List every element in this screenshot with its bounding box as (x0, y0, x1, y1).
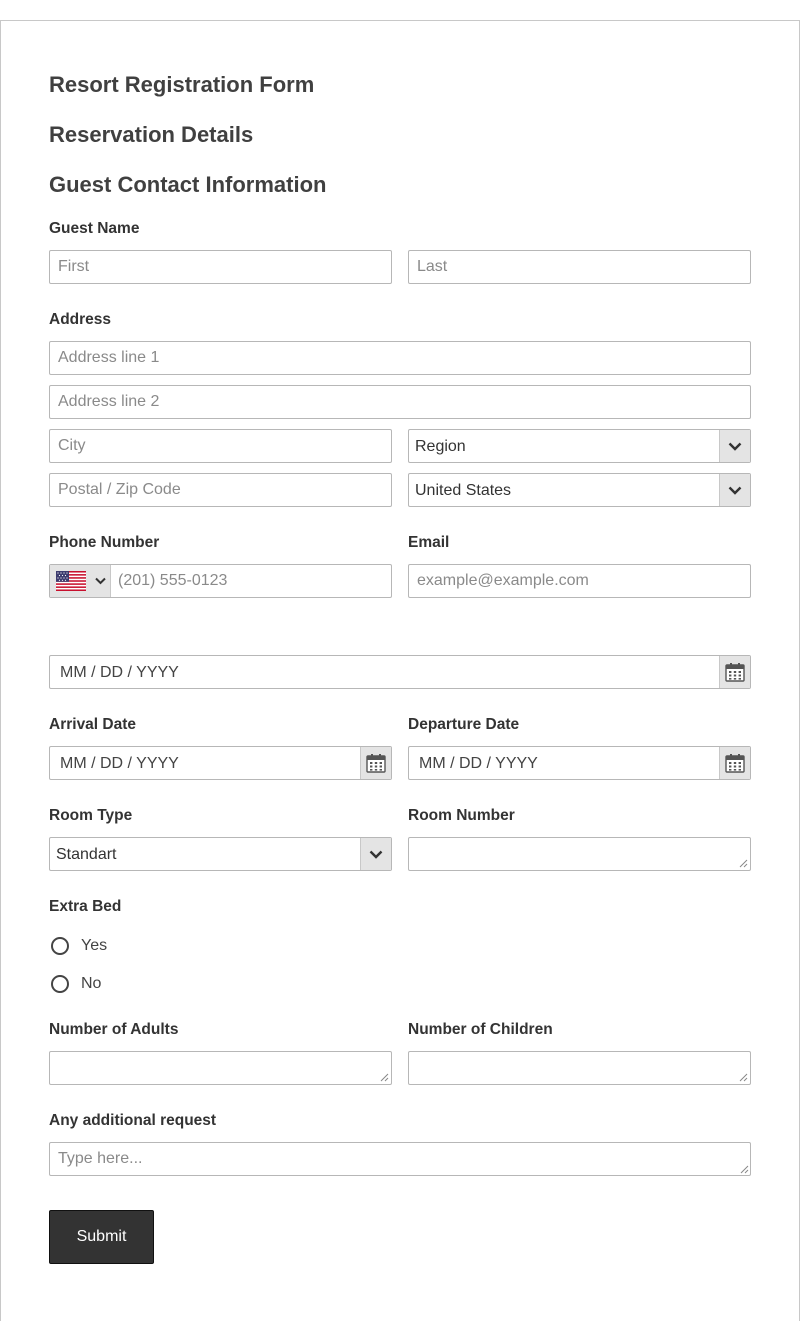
region-select[interactable]: Region (408, 429, 751, 463)
request-label: Any additional request (49, 1112, 217, 1129)
date-input[interactable]: MM / DD / YYYY (49, 655, 751, 689)
resize-handle-icon[interactable] (740, 1165, 749, 1174)
children-input[interactable] (408, 1051, 751, 1085)
calendar-icon[interactable] (719, 656, 750, 688)
calendar-icon[interactable] (360, 747, 391, 779)
extra-bed-no-radio[interactable]: No (51, 975, 101, 993)
extra-bed-yes-radio[interactable]: Yes (51, 937, 107, 955)
children-label: Number of Children (408, 1021, 553, 1038)
request-textarea[interactable] (49, 1142, 751, 1176)
last-name-input[interactable] (408, 250, 751, 284)
extra-bed-label: Extra Bed (49, 898, 122, 915)
date-input-value: MM / DD / YYYY (60, 664, 179, 681)
room-type-label: Room Type (49, 807, 133, 824)
submit-button[interactable]: Submit (49, 1210, 154, 1264)
city-input[interactable] (49, 429, 392, 463)
phone-field (49, 564, 392, 598)
chevron-down-icon[interactable] (719, 430, 750, 462)
section-reservation-heading: Reservation Details (49, 122, 254, 147)
room-type-select[interactable]: Standart (49, 837, 392, 871)
resize-handle-icon[interactable] (380, 1073, 389, 1082)
first-name-input[interactable] (49, 250, 392, 284)
address-line2-input[interactable] (49, 385, 751, 419)
departure-date-value: MM / DD / YYYY (419, 755, 538, 772)
postal-code-input[interactable] (49, 473, 392, 507)
radio-label: No (81, 975, 102, 992)
adults-input[interactable] (49, 1051, 392, 1085)
radio-circle-icon[interactable] (51, 937, 69, 955)
phone-label: Phone Number (49, 534, 160, 551)
room-type-value: Standart (56, 846, 117, 863)
email-label: Email (408, 534, 450, 551)
arrival-date-label: Arrival Date (49, 716, 137, 733)
radio-label: Yes (81, 937, 108, 954)
adults-label: Number of Adults (49, 1021, 179, 1038)
form-title: Resort Registration Form (49, 72, 315, 97)
departure-date-input[interactable]: MM / DD / YYYY (408, 746, 751, 780)
us-flag-icon (56, 571, 86, 591)
address-line1-input[interactable] (49, 341, 751, 375)
phone-input[interactable] (112, 565, 390, 597)
chevron-down-icon[interactable] (719, 474, 750, 506)
departure-date-label: Departure Date (408, 716, 520, 733)
email-input[interactable] (408, 564, 751, 598)
country-select-value: United States (415, 482, 512, 499)
country-select[interactable]: United States (408, 473, 751, 507)
region-select-value: Region (415, 438, 466, 455)
guest-name-label: Guest Name (49, 220, 140, 237)
chevron-down-icon[interactable] (360, 838, 391, 870)
arrival-date-value: MM / DD / YYYY (60, 755, 179, 772)
address-label: Address (49, 311, 112, 328)
country-code-select[interactable] (50, 565, 111, 597)
arrival-date-input[interactable]: MM / DD / YYYY (49, 746, 392, 780)
radio-circle-icon[interactable] (51, 975, 69, 993)
chevron-down-icon (95, 577, 106, 585)
resize-handle-icon[interactable] (739, 859, 748, 868)
section-contact-heading: Guest Contact Information (49, 172, 327, 197)
room-number-input[interactable] (408, 837, 751, 871)
resize-handle-icon[interactable] (739, 1073, 748, 1082)
calendar-icon[interactable] (719, 747, 750, 779)
room-number-label: Room Number (408, 807, 515, 824)
